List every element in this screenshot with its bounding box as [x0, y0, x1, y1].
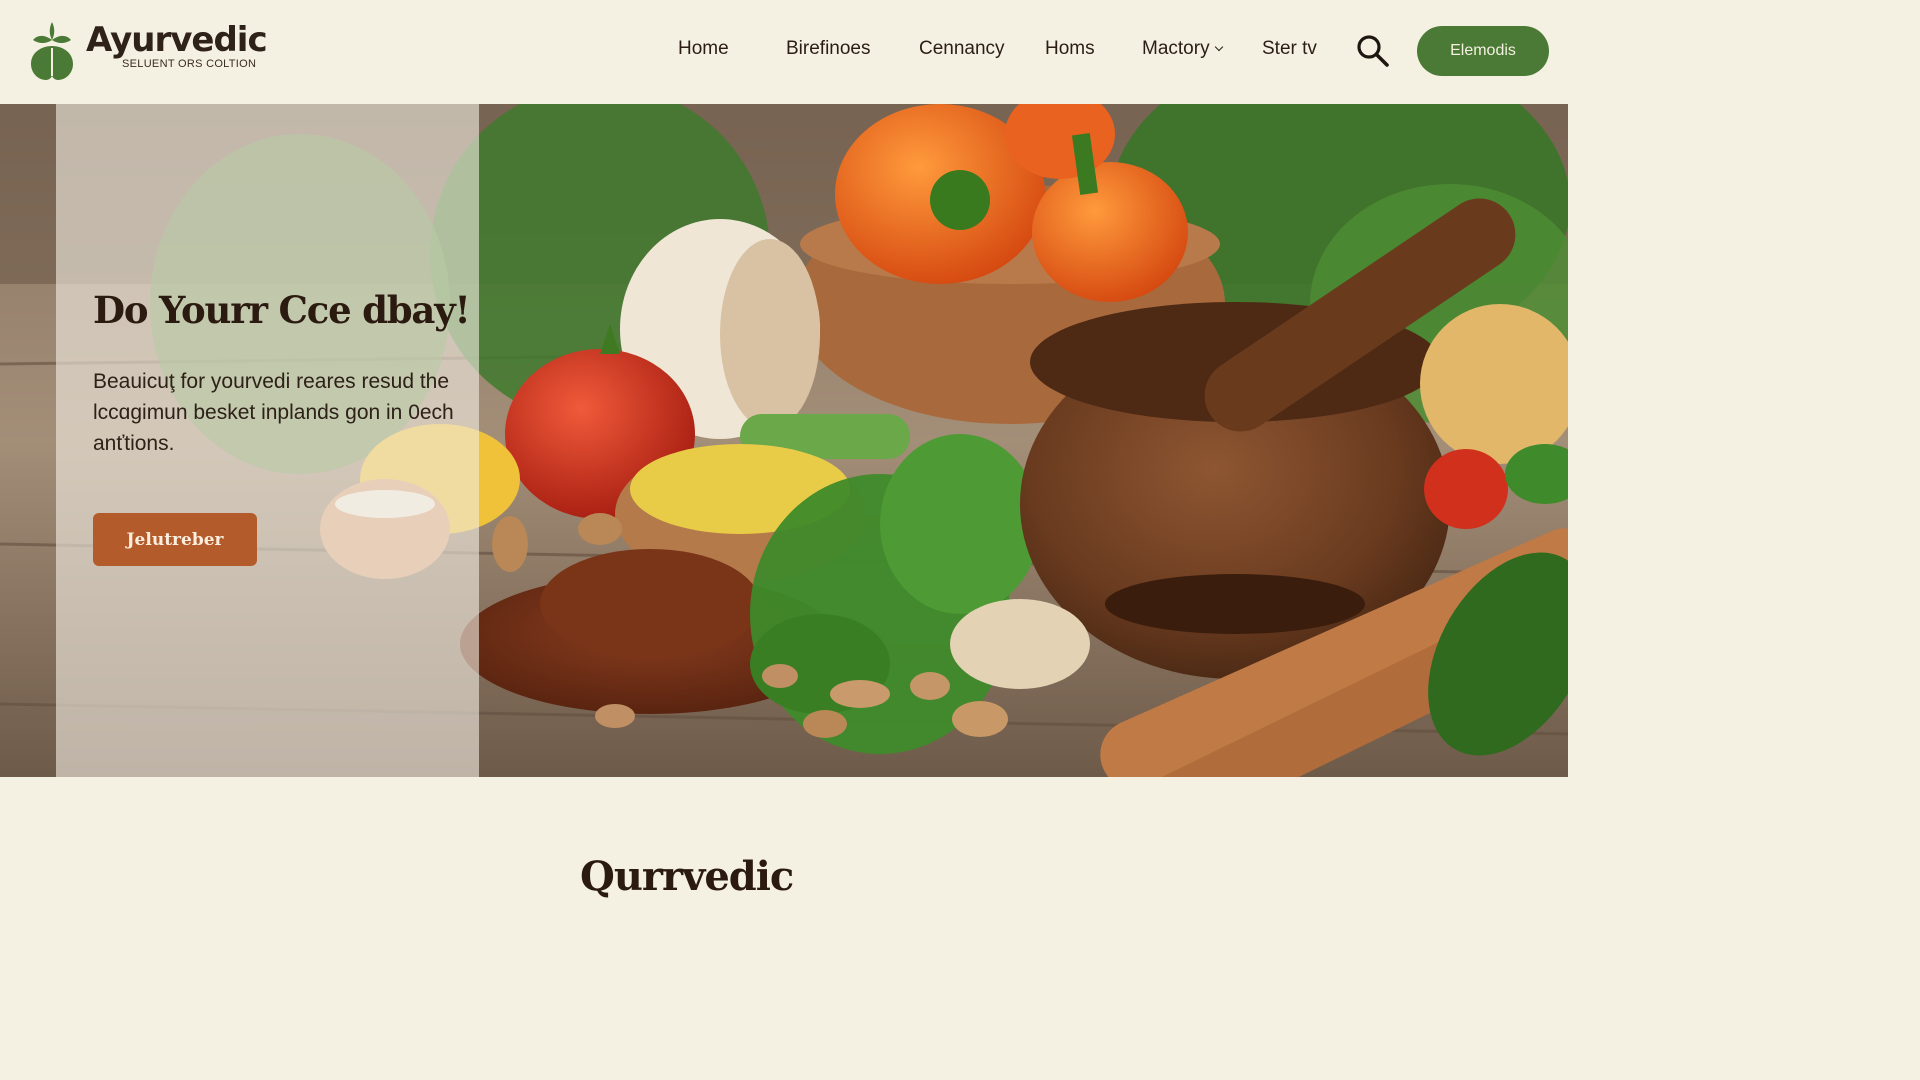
nav-item-mactory[interactable]: Mactory: [1142, 36, 1223, 62]
brand-name: Ayurvedic: [86, 20, 268, 60]
hero-cta-button[interactable]: Jelutreber: [93, 513, 257, 566]
section-title: Qurrvedic: [580, 853, 794, 900]
leaf-logo-icon: [31, 22, 73, 80]
nav-item-cennancy[interactable]: Cennancy: [919, 36, 1005, 62]
site-header: Ayurvedic SELUENT ORS COLTION Home Biref…: [0, 0, 1568, 104]
hero-title: Do Yourr Cce dbay!: [93, 288, 471, 332]
brand-tagline: SELUENT ORS COLTION: [122, 58, 257, 70]
search-icon[interactable]: [1356, 34, 1390, 68]
nav-item-ster-tv[interactable]: Ster tv: [1262, 36, 1317, 62]
nav-item-home[interactable]: Home: [678, 36, 729, 62]
header-cta-button[interactable]: Elemodis: [1417, 26, 1549, 76]
hero-banner: Do Yourr Cce dbay! Beauicuţ for yourvedi…: [0, 104, 1568, 777]
nav-item-homs[interactable]: Homs: [1045, 36, 1095, 62]
chevron-down-icon: [1214, 42, 1223, 52]
brand-logo[interactable]: Ayurvedic SELUENT ORS COLTION: [28, 18, 268, 82]
nav-item-birefinoes[interactable]: Birefinoes: [786, 36, 871, 62]
hero-description: Beauicuţ for yourvedi reares resud the l…: [93, 370, 454, 455]
nav-item-mactory-label: Mactory: [1142, 38, 1210, 59]
